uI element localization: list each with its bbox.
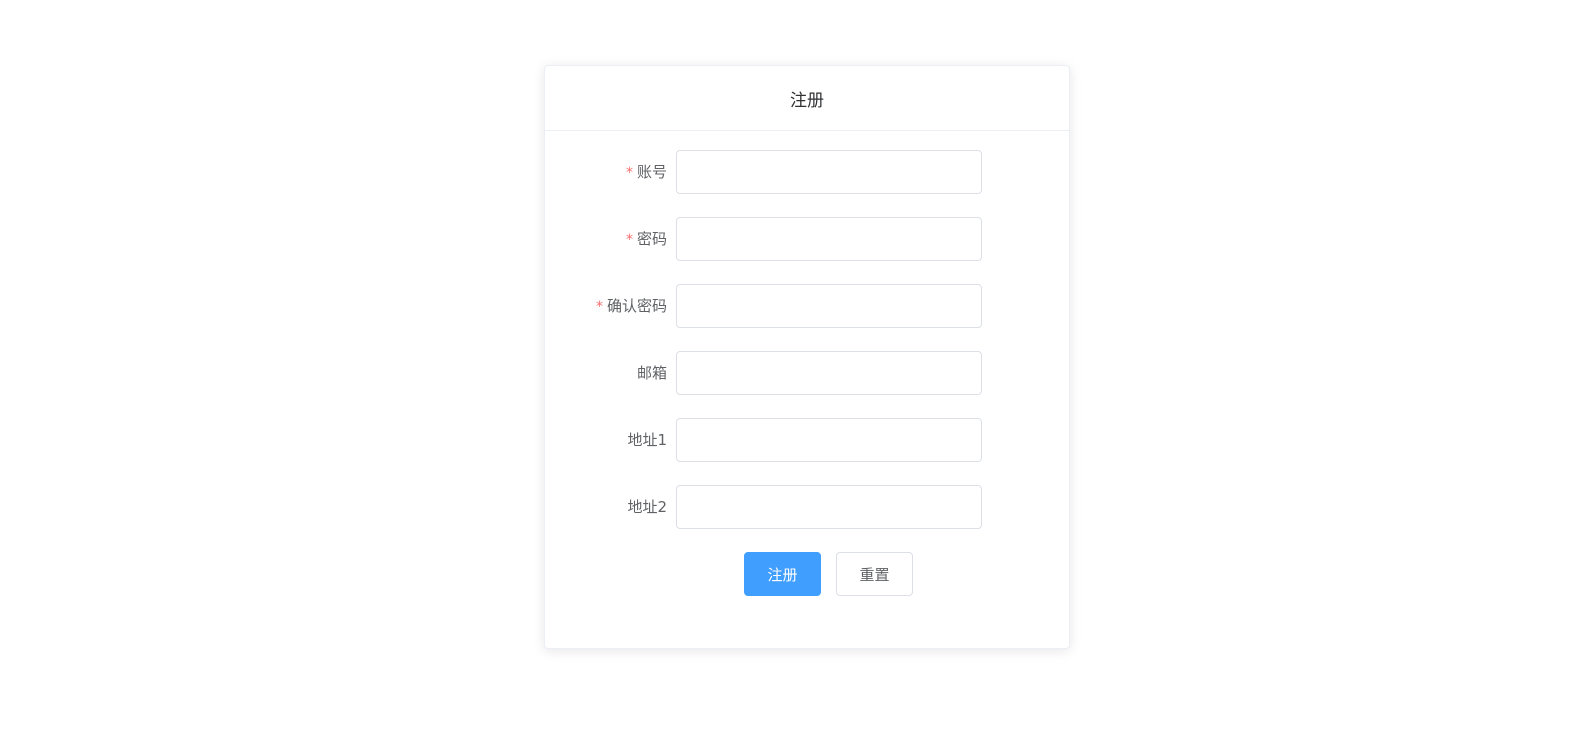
form-item-confirm-password: * 确认密码: [545, 284, 1069, 328]
email-label-text: 邮箱: [636, 364, 667, 382]
confirm-password-label-text: 确认密码: [606, 297, 667, 315]
card-title: 注册: [545, 66, 1069, 131]
form-item-address2: 地址2: [545, 485, 1069, 529]
password-label: * 密码: [626, 217, 667, 261]
form-item-account: * 账号: [545, 150, 1069, 194]
password-input[interactable]: [676, 217, 982, 261]
account-input[interactable]: [676, 150, 982, 194]
address1-input[interactable]: [676, 418, 982, 462]
email-input[interactable]: [676, 351, 982, 395]
password-label-text: 密码: [636, 230, 667, 248]
form-item-email: 邮箱: [545, 351, 1069, 395]
email-label: 邮箱: [637, 351, 667, 395]
account-label-text: 账号: [636, 163, 667, 181]
address2-label-text: 地址2: [627, 498, 667, 516]
required-marker: *: [625, 165, 633, 181]
account-label: * 账号: [626, 150, 667, 194]
form-item-password: * 密码: [545, 217, 1069, 261]
address1-label-text: 地址1: [627, 431, 667, 449]
address2-input[interactable]: [676, 485, 982, 529]
address2-label: 地址2: [627, 485, 667, 529]
required-marker: *: [595, 299, 603, 315]
confirm-password-input[interactable]: [676, 284, 982, 328]
reset-button[interactable]: 重置: [836, 552, 913, 596]
confirm-password-label: * 确认密码: [596, 284, 667, 328]
form-actions: 注册 重置: [545, 552, 1069, 596]
register-button[interactable]: 注册: [744, 552, 821, 596]
required-marker: *: [625, 232, 633, 248]
form-item-address1: 地址1: [545, 418, 1069, 462]
address1-label: 地址1: [627, 418, 667, 462]
register-card: 注册 * 账号 * 密码 * 确认密码 邮箱 地址1 地址2 注册 重置: [544, 65, 1070, 649]
